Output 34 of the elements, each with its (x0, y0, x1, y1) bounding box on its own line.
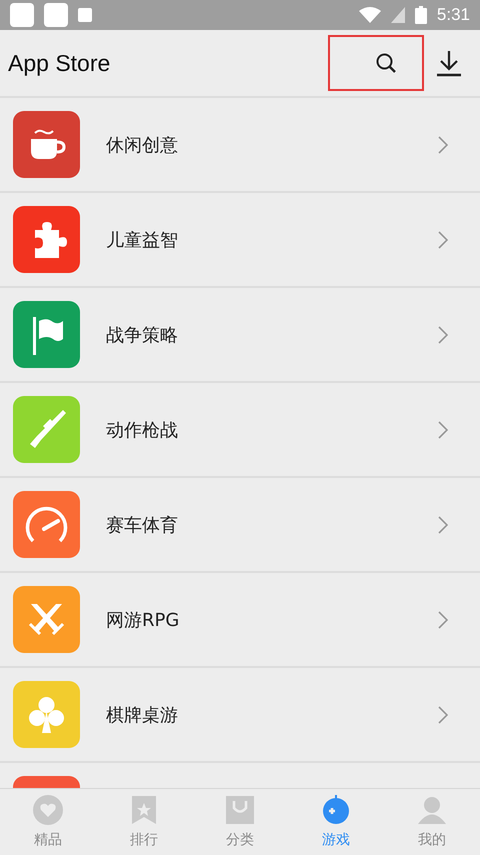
category-title: 动作枪战 (106, 418, 178, 442)
download-icon[interactable] (436, 49, 462, 77)
category-row[interactable]: 儿童益智 (0, 193, 480, 288)
category-title: 休闲创意 (106, 134, 178, 156)
category-title: 网游RPG (106, 608, 180, 632)
chevron-right-icon (438, 610, 448, 628)
chevron-right-icon (438, 420, 448, 438)
wifi-icon (358, 7, 381, 23)
category-row[interactable]: 战争策略 (0, 288, 480, 383)
category-row[interactable]: 休闲创意 (0, 98, 480, 193)
signal-icon (390, 7, 405, 23)
category-title: 棋牌桌游 (106, 704, 178, 726)
person-icon (417, 795, 447, 825)
ribbon-icon (129, 795, 159, 825)
status-time: 5:31 (436, 5, 470, 25)
chevron-right-icon (438, 136, 448, 154)
category-row[interactable]: 动作枪战 (0, 383, 480, 478)
category-row[interactable]: 棋牌桌游 (0, 668, 480, 763)
notification-icon (10, 3, 34, 27)
notification-icon (44, 3, 68, 27)
notification-icon (78, 8, 92, 22)
category-title: 儿童益智 (106, 228, 178, 252)
chevron-right-icon (438, 326, 448, 344)
category-title: 赛车体育 (106, 514, 178, 536)
bag-icon (225, 795, 255, 825)
category-title: 战争策略 (106, 324, 178, 346)
category-row[interactable]: 网游RPG (0, 573, 480, 668)
app-title: App Store (8, 50, 110, 76)
chevron-right-icon (438, 516, 448, 534)
battery-icon (414, 6, 427, 24)
search-icon[interactable] (375, 52, 397, 74)
chevron-right-icon (438, 706, 448, 724)
chevron-right-icon (438, 230, 448, 248)
category-row[interactable]: 赛车体育 (0, 478, 480, 573)
